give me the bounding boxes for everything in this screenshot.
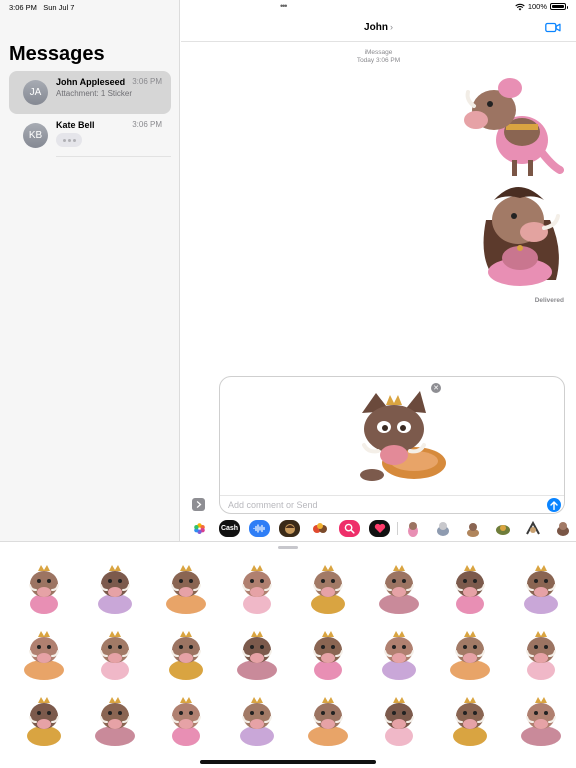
recent-sticker-icon[interactable] [554,520,572,538]
sticker-grid-item[interactable] [221,688,293,754]
expand-apps-button[interactable] [192,498,205,511]
message-input[interactable]: Add comment or Send [228,500,318,510]
conversation-time: 3:06 PM [132,120,162,129]
sticker-grid-item[interactable] [150,622,222,688]
sticker-grid-item[interactable] [505,556,576,622]
facetime-video-icon[interactable] [545,22,561,33]
sticker-grid-item[interactable] [434,622,506,688]
send-button[interactable] [547,498,561,512]
digital-touch-app-icon[interactable] [369,520,390,537]
conversation-john-appleseed[interactable]: JA John Appleseed 3:06 PM Attachment: 1 … [9,71,171,114]
recent-sticker-icon[interactable] [464,520,482,538]
status-indicators: 100% [515,2,568,11]
home-indicator[interactable] [200,760,376,764]
imessage-app-strip: Cash [181,516,576,541]
conversation-name: John Appleseed [56,77,126,87]
memoji-app-icon[interactable] [279,520,300,537]
apple-cash-app-icon[interactable]: Cash [219,520,240,537]
sidebar-title: Messages [9,43,105,65]
conversation-time: 3:06 PM [132,77,162,86]
audio-message-app-icon[interactable] [249,520,270,537]
sticker-grid-item[interactable] [79,622,151,688]
sticker-grid-item[interactable] [292,556,364,622]
status-time: 3:06 PM Sun Jul 7 [9,3,75,12]
recent-sticker-icon[interactable] [404,520,422,538]
sticker-grid-item[interactable] [434,556,506,622]
sticker-grid-item[interactable] [79,688,151,754]
photos-app-icon[interactable] [189,520,210,537]
sticker-grid-item[interactable] [363,622,435,688]
sticker-grid-item[interactable] [292,622,364,688]
sticker-grid-item[interactable] [8,622,80,688]
staged-sticker-warthog-lying[interactable] [342,383,452,491]
conversation-kate-bell[interactable]: KB Kate Bell 3:06 PM [9,114,171,157]
contact-name-button[interactable]: John › [181,22,576,33]
sidebar: Messages JA John Appleseed 3:06 PM Attac… [0,0,180,541]
sticker-grid-item[interactable] [363,556,435,622]
sticker-grid-item[interactable] [292,688,364,754]
sticker-grid-item[interactable] [8,688,80,754]
avatar: KB [23,123,48,148]
battery-percent: 100% [527,2,547,11]
battery-icon [550,3,568,10]
sticker-grid-item[interactable] [434,688,506,754]
sticker-grid-item[interactable] [221,622,293,688]
recent-sticker-icon[interactable] [434,520,452,538]
sticker-grid-item[interactable] [363,688,435,754]
chevron-right-icon: › [389,22,393,32]
delivered-status: Delivered [534,297,564,304]
sent-sticker-warthog-long-hair[interactable] [466,180,566,294]
drawer-grabber-handle[interactable] [278,546,298,549]
recent-sticker-icon[interactable] [494,520,512,538]
sticker-grid-item[interactable] [505,622,576,688]
sent-sticker-warthog-pink-dress[interactable] [460,70,564,180]
chat-header: John › [181,14,576,42]
sticker-drawer [0,541,576,768]
typing-indicator-icon [56,133,82,147]
game-app-icon[interactable] [309,520,330,537]
sticker-grid-item[interactable] [150,556,222,622]
conversation-name: Kate Bell [56,120,95,130]
compose-box: ✕ Add comment or Send [219,376,565,514]
arrow-up-icon [550,500,558,510]
status-bar: 3:06 PM Sun Jul 7 ••• 100% [0,0,576,14]
recent-sticker-icon[interactable] [524,520,542,538]
compose-divider [220,495,564,496]
list-divider [56,156,171,157]
sticker-grid-item[interactable] [8,556,80,622]
multitasking-dots-icon[interactable]: ••• [280,1,288,11]
message-timestamp: iMessage Today 3:06 PM [356,49,401,64]
avatar: JA [23,80,48,105]
search-images-app-icon[interactable] [339,520,360,537]
sticker-grid-item[interactable] [505,688,576,754]
chevron-right-icon [196,501,201,508]
sticker-grid-item[interactable] [221,556,293,622]
conversation-preview: Attachment: 1 Sticker [56,89,133,98]
sticker-grid-item[interactable] [150,688,222,754]
app-strip-divider [397,522,398,535]
wifi-icon [515,3,525,10]
remove-attachment-icon[interactable]: ✕ [431,383,441,393]
sticker-grid-item[interactable] [79,556,151,622]
